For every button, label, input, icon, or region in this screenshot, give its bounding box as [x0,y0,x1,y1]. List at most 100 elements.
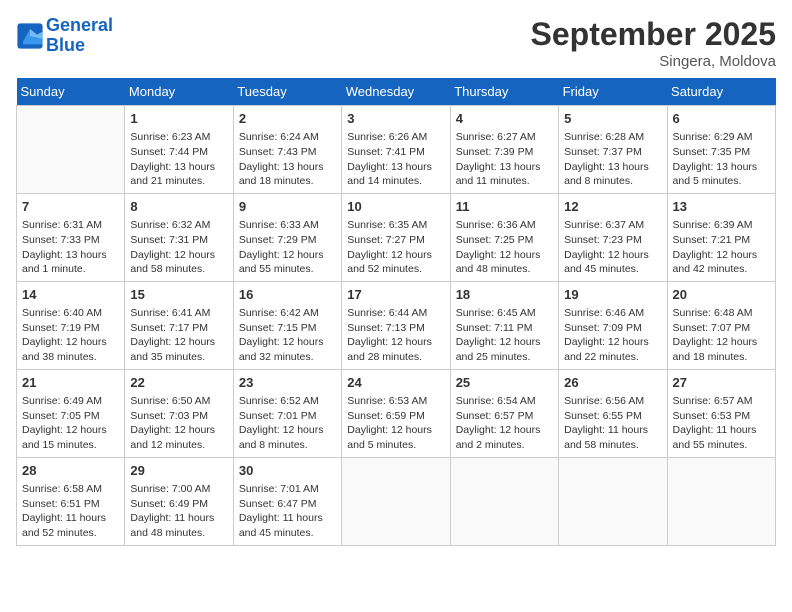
day-number: 27 [673,374,770,392]
calendar-cell: 23Sunrise: 6:52 AMSunset: 7:01 PMDayligh… [233,369,341,457]
title-block: September 2025 Singera, Moldova [531,16,776,70]
cell-info: Sunrise: 6:53 AM [347,394,444,409]
calendar-cell: 21Sunrise: 6:49 AMSunset: 7:05 PMDayligh… [17,369,125,457]
logo: General Blue [16,16,113,56]
calendar-cell: 17Sunrise: 6:44 AMSunset: 7:13 PMDayligh… [342,281,450,369]
cell-info: Sunrise: 6:49 AM [22,394,119,409]
weekday-header-row: SundayMondayTuesdayWednesdayThursdayFrid… [17,78,776,106]
calendar-cell: 26Sunrise: 6:56 AMSunset: 6:55 PMDayligh… [559,369,667,457]
calendar-week-2: 7Sunrise: 6:31 AMSunset: 7:33 PMDaylight… [17,193,776,281]
calendar-cell: 3 Sunrise: 6:26 AMSunset: 7:41 PMDaylight… [342,106,450,194]
day-number: 30 [239,462,336,480]
cell-info: Daylight: 12 hours and 15 minutes. [22,423,119,452]
cell-info: Daylight: 13 hours and 11 minutes. [456,160,553,189]
cell-info: Sunrise: 6:54 AM [456,394,553,409]
cell-info: Daylight: 12 hours and 25 minutes. [456,335,553,364]
cell-info: Sunset: 7:35 PM [673,145,770,160]
cell-info: Sunrise: 6:24 AM [239,130,336,145]
calendar-table: SundayMondayTuesdayWednesdayThursdayFrid… [16,78,776,546]
calendar-cell: 20Sunrise: 6:48 AMSunset: 7:07 PMDayligh… [667,281,775,369]
cell-info: Sunrise: 6:33 AM [239,218,336,233]
day-number: 10 [347,198,444,216]
cell-info: Sunrise: 6:27 AM [456,130,553,145]
cell-info: Sunrise: 6:46 AM [564,306,661,321]
cell-info: Sunrise: 7:01 AM [239,482,336,497]
cell-info: Sunrise: 6:52 AM [239,394,336,409]
cell-info: Daylight: 12 hours and 32 minutes. [239,335,336,364]
calendar-cell: 15Sunrise: 6:41 AMSunset: 7:17 PMDayligh… [125,281,233,369]
cell-info: Sunset: 7:29 PM [239,233,336,248]
cell-info: Daylight: 12 hours and 35 minutes. [130,335,227,364]
cell-info: Sunset: 7:27 PM [347,233,444,248]
day-number: 17 [347,286,444,304]
cell-info: Sunrise: 6:26 AM [347,130,444,145]
cell-info: Sunrise: 6:31 AM [22,218,119,233]
cell-info: Daylight: 12 hours and 2 minutes. [456,423,553,452]
cell-info: Sunrise: 6:37 AM [564,218,661,233]
cell-info: Sunset: 7:33 PM [22,233,119,248]
day-number: 28 [22,462,119,480]
calendar-cell: 29Sunrise: 7:00 AMSunset: 6:49 PMDayligh… [125,457,233,545]
cell-info: Sunset: 7:37 PM [564,145,661,160]
weekday-monday: Monday [125,78,233,106]
cell-info: Sunrise: 6:39 AM [673,218,770,233]
day-number: 15 [130,286,227,304]
cell-info: Sunset: 6:51 PM [22,497,119,512]
weekday-thursday: Thursday [450,78,558,106]
cell-info: Sunset: 7:43 PM [239,145,336,160]
cell-info: Sunrise: 6:44 AM [347,306,444,321]
cell-info: Sunset: 7:01 PM [239,409,336,424]
cell-info: Daylight: 11 hours and 55 minutes. [673,423,770,452]
cell-info: Sunrise: 6:36 AM [456,218,553,233]
logo-icon [16,22,44,50]
cell-info: Sunset: 7:41 PM [347,145,444,160]
cell-info: Sunset: 7:13 PM [347,321,444,336]
calendar-cell: 9Sunrise: 6:33 AMSunset: 7:29 PMDaylight… [233,193,341,281]
day-number: 8 [130,198,227,216]
cell-info: Sunset: 7:05 PM [22,409,119,424]
calendar-cell: 28Sunrise: 6:58 AMSunset: 6:51 PMDayligh… [17,457,125,545]
day-number: 20 [673,286,770,304]
day-number: 12 [564,198,661,216]
calendar-week-3: 14Sunrise: 6:40 AMSunset: 7:19 PMDayligh… [17,281,776,369]
cell-info: Sunset: 7:44 PM [130,145,227,160]
cell-info: Sunrise: 6:28 AM [564,130,661,145]
day-number: 19 [564,286,661,304]
day-number: 2 [239,110,336,128]
day-number: 23 [239,374,336,392]
calendar-cell: 14Sunrise: 6:40 AMSunset: 7:19 PMDayligh… [17,281,125,369]
cell-info: Sunset: 6:57 PM [456,409,553,424]
cell-info: Daylight: 13 hours and 21 minutes. [130,160,227,189]
calendar-cell [667,457,775,545]
day-number: 24 [347,374,444,392]
cell-info: Daylight: 13 hours and 1 minute. [22,248,119,277]
day-number: 3 [347,110,444,128]
cell-info: Sunset: 7:09 PM [564,321,661,336]
cell-info: Daylight: 12 hours and 55 minutes. [239,248,336,277]
cell-info: Daylight: 13 hours and 14 minutes. [347,160,444,189]
cell-info: Sunset: 7:17 PM [130,321,227,336]
calendar-body: 1Sunrise: 6:23 AMSunset: 7:44 PMDaylight… [17,106,776,546]
day-number: 11 [456,198,553,216]
cell-info: Sunrise: 6:45 AM [456,306,553,321]
calendar-cell: 27Sunrise: 6:57 AMSunset: 6:53 PMDayligh… [667,369,775,457]
calendar-cell [559,457,667,545]
calendar-cell: 7Sunrise: 6:31 AMSunset: 7:33 PMDaylight… [17,193,125,281]
cell-info: Daylight: 12 hours and 48 minutes. [456,248,553,277]
cell-info: Sunset: 7:39 PM [456,145,553,160]
day-number: 22 [130,374,227,392]
calendar-cell [342,457,450,545]
cell-info: Daylight: 11 hours and 58 minutes. [564,423,661,452]
weekday-saturday: Saturday [667,78,775,106]
calendar-week-1: 1Sunrise: 6:23 AMSunset: 7:44 PMDaylight… [17,106,776,194]
cell-info: Sunset: 6:59 PM [347,409,444,424]
weekday-friday: Friday [559,78,667,106]
calendar-cell: 30Sunrise: 7:01 AMSunset: 6:47 PMDayligh… [233,457,341,545]
weekday-wednesday: Wednesday [342,78,450,106]
cell-info: Sunrise: 6:32 AM [130,218,227,233]
cell-info: Sunset: 6:53 PM [673,409,770,424]
day-number: 18 [456,286,553,304]
day-number: 29 [130,462,227,480]
logo-text: General Blue [46,16,113,56]
cell-info: Sunset: 7:23 PM [564,233,661,248]
